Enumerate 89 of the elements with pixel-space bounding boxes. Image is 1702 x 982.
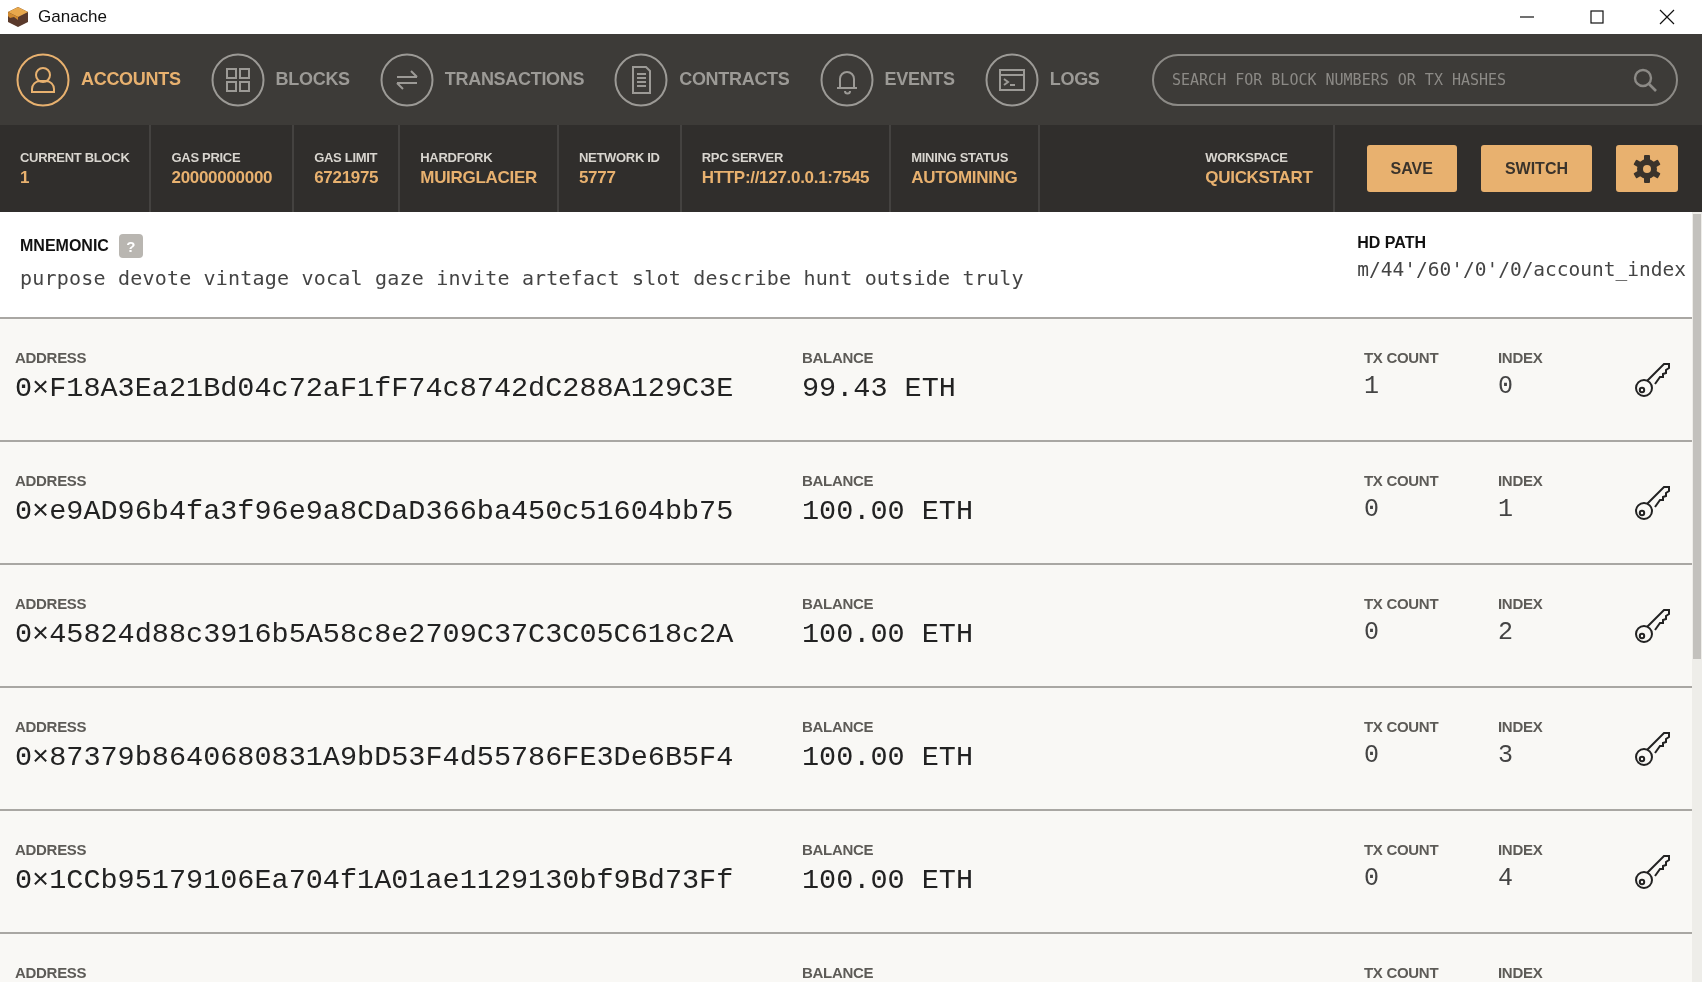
nav-tab[interactable]: ACCOUNTS — [16, 52, 181, 107]
account-address: 0×1CCb95179106Ea704f1A01ae1129130bf9Bd73Ff — [15, 864, 735, 897]
status-label: NETWORK ID — [578, 149, 660, 165]
mnemonic-phrase: purpose devote vintage vocal gaze invite artefact slot describe hunt outside truly — [20, 266, 1024, 290]
maximize-icon[interactable] — [1589, 9, 1605, 25]
nav-tab[interactable]: TRANSACTIONS — [379, 52, 585, 107]
status-label: WORKSPACE — [1205, 149, 1289, 165]
nav-tab[interactable]: CONTRACTS — [614, 52, 790, 107]
account-balance: 100.00 ETH — [802, 495, 975, 528]
nav-tab[interactable]: BLOCKS — [210, 52, 350, 107]
scrollbar[interactable] — [1692, 212, 1702, 982]
index-label: INDEX — [1498, 718, 1544, 735]
tx-count-label: TX COUNT — [1364, 718, 1440, 735]
hd-path-label: HD PATH — [1357, 234, 1427, 252]
cube-logo-icon — [6, 5, 30, 29]
address-label: ADDRESS — [15, 472, 88, 489]
balance-label: BALANCE — [802, 595, 875, 612]
account-balance: 100.00 ETH — [802, 864, 975, 897]
tx-count-label: TX COUNT — [1364, 595, 1440, 612]
index-label: INDEX — [1498, 472, 1544, 489]
account-index: 3 — [1498, 741, 1514, 770]
scrollbar-thumb[interactable] — [1693, 214, 1701, 659]
account-address: 0×F18A3Ea21Bd04c72aF1fF74c8742dC288A129C3E — [15, 372, 735, 405]
status-label: CURRENT BLOCK — [20, 149, 130, 165]
tx-count-label: TX COUNT — [1364, 349, 1440, 366]
account-balance: 100.00 ETH — [802, 741, 975, 774]
account-address: 0×e9AD96b4fa3f96e9a8CDaD366ba450c51604bb75 — [15, 495, 735, 528]
status-value: 5777 — [578, 167, 617, 188]
address-label: ADDRESS — [15, 718, 88, 735]
swap-arrows-icon — [379, 52, 434, 107]
tx-count-label: TX COUNT — [1364, 472, 1440, 489]
status-value: HTTP://127.0.0.1:7545 — [701, 167, 870, 188]
status-label: MINING STATUS — [911, 149, 1009, 165]
hd-path-value: m/44'/60'/0'/0/account_index — [1357, 258, 1686, 281]
search-icon[interactable] — [1632, 66, 1658, 93]
person-icon — [16, 52, 70, 107]
account-address: 0×45824d88c3916b5A58c8e2709C37C3C05C618c2A — [15, 618, 735, 651]
account-balance: 100.00 ETH — [802, 618, 975, 651]
account-index: 1 — [1498, 495, 1514, 524]
balance-label: BALANCE — [802, 472, 875, 489]
settings-button[interactable] — [1616, 145, 1678, 192]
address-label: ADDRESS — [15, 349, 88, 366]
account-index: 4 — [1498, 864, 1514, 893]
document-icon — [614, 52, 669, 107]
balance-label: BALANCE — [802, 349, 875, 366]
status-label: GAS PRICE — [171, 149, 242, 165]
status-value: 1 — [20, 167, 31, 188]
status-label: RPC SERVER — [701, 149, 784, 165]
balance-label: BALANCE — [802, 964, 875, 981]
account-address: 0×87379b8640680831A9bD53F4d55786FE3De6B5F4 — [15, 741, 735, 774]
status-value: AUTOMINING — [911, 167, 1018, 188]
tx-count: 0 — [1364, 495, 1380, 524]
account-index: 2 — [1498, 618, 1514, 647]
nav-tab[interactable]: EVENTS — [819, 52, 955, 107]
balance-label: BALANCE — [802, 718, 875, 735]
settings-icon — [1632, 153, 1662, 184]
mnemonic-label: MNEMONIC — [20, 237, 109, 255]
bell-icon — [819, 52, 874, 107]
address-label: ADDRESS — [15, 595, 88, 612]
grid-icon — [210, 52, 265, 107]
terminal-icon — [984, 52, 1039, 107]
search-field[interactable]: SEARCH FOR BLOCK NUMBERS OR TX HASHES — [1152, 53, 1678, 106]
close-icon[interactable] — [1659, 9, 1675, 25]
index-label: INDEX — [1498, 349, 1544, 366]
status-value: QUICKSTART — [1205, 167, 1313, 188]
account-index: 0 — [1498, 372, 1514, 401]
tx-count: 0 — [1364, 741, 1380, 770]
address-label: ADDRESS — [15, 841, 88, 858]
header-button[interactable]: SWITCH — [1480, 145, 1592, 192]
index-label: INDEX — [1498, 841, 1544, 858]
balance-label: BALANCE — [802, 841, 875, 858]
header-button[interactable]: SAVE — [1366, 145, 1457, 192]
nav-tab[interactable]: LOGS — [984, 52, 1100, 107]
index-label: INDEX — [1498, 964, 1544, 981]
status-value: 6721975 — [314, 167, 379, 188]
tx-count: 1 — [1364, 372, 1380, 401]
help-button[interactable]: ? — [118, 234, 143, 258]
tx-count-label: TX COUNT — [1364, 841, 1440, 858]
status-value: 20000000000 — [171, 167, 273, 188]
tx-count: 0 — [1364, 864, 1380, 893]
tx-count-label: TX COUNT — [1364, 964, 1440, 981]
tx-count: 0 — [1364, 618, 1380, 647]
status-label: HARDFORK — [420, 149, 494, 165]
address-label: ADDRESS — [15, 964, 88, 981]
account-balance: 99.43 ETH — [802, 372, 957, 405]
status-value: MUIRGLACIER — [420, 167, 537, 188]
status-label: GAS LIMIT — [314, 149, 379, 165]
index-label: INDEX — [1498, 595, 1544, 612]
window-title: Ganache — [38, 7, 108, 27]
